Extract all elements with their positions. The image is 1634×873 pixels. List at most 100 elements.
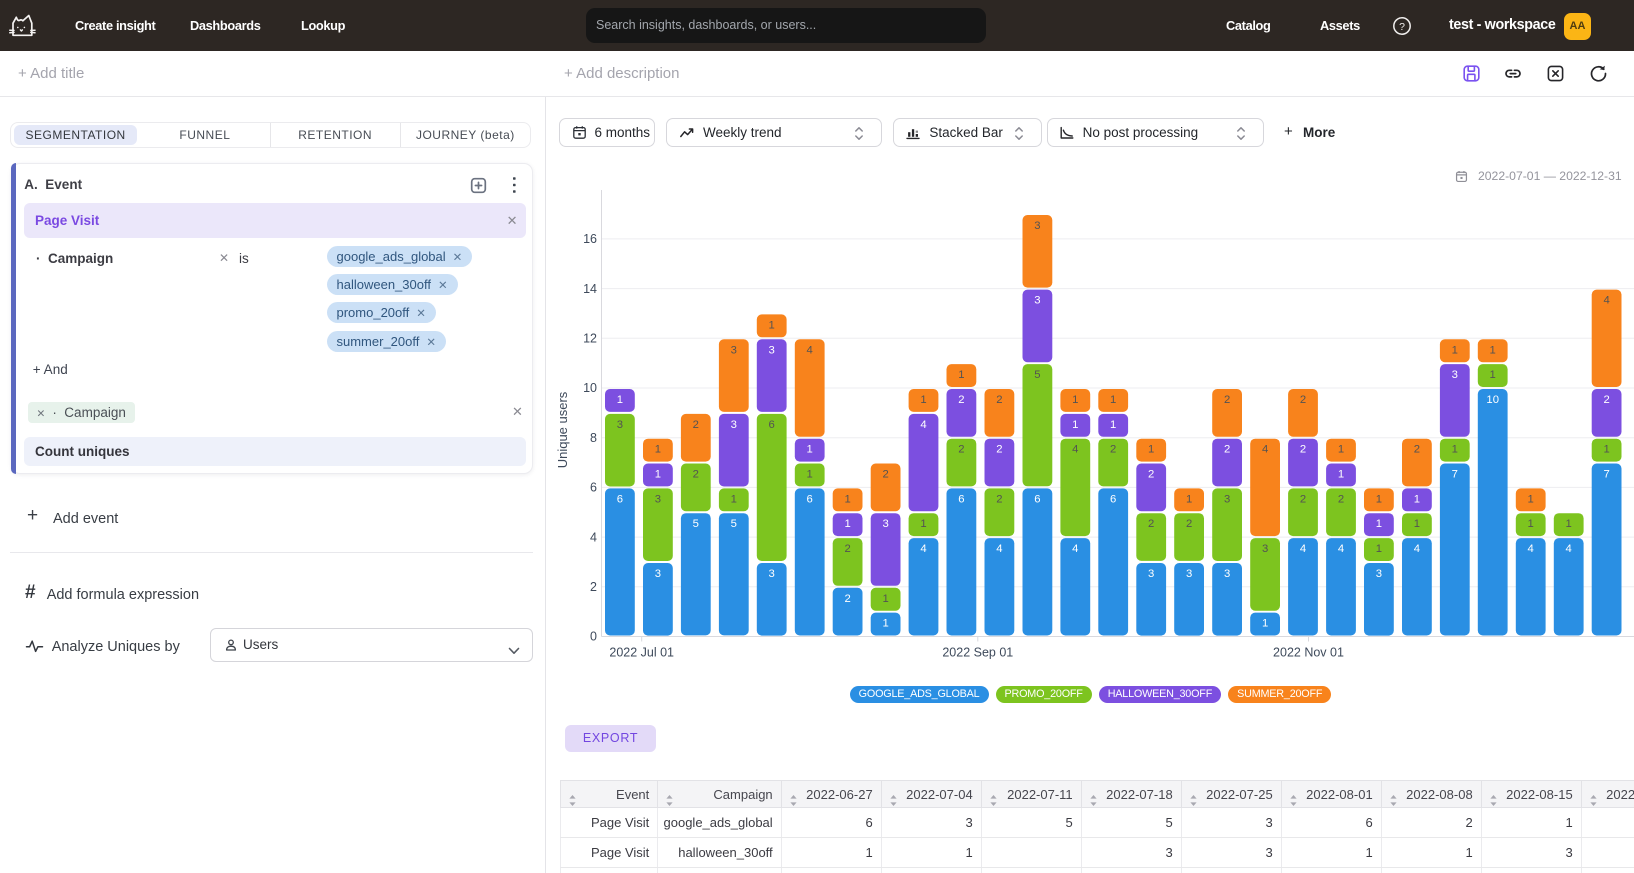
svg-text:2: 2	[958, 394, 964, 406]
svg-text:2: 2	[1148, 469, 1154, 481]
svg-text:1: 1	[1376, 493, 1382, 505]
svg-text:4: 4	[920, 543, 926, 555]
svg-text:?: ?	[1399, 21, 1405, 33]
svg-text:1: 1	[920, 518, 926, 530]
svg-text:4: 4	[1414, 543, 1420, 555]
svg-text:2: 2	[996, 394, 1002, 406]
svg-text:1: 1	[769, 319, 775, 331]
svg-text:2: 2	[1224, 444, 1230, 456]
svg-text:6: 6	[806, 493, 812, 505]
svg-text:1: 1	[1262, 618, 1268, 630]
svg-text:8: 8	[590, 431, 597, 445]
svg-text:5: 5	[731, 518, 737, 530]
svg-text:1: 1	[958, 369, 964, 381]
svg-text:1: 1	[1452, 444, 1458, 456]
svg-text:1: 1	[1414, 493, 1420, 505]
svg-text:2: 2	[1224, 394, 1230, 406]
svg-text:5: 5	[1034, 369, 1040, 381]
svg-text:3: 3	[1224, 568, 1230, 580]
svg-text:6: 6	[1110, 493, 1116, 505]
svg-text:3: 3	[731, 419, 737, 431]
svg-text:6: 6	[1034, 493, 1040, 505]
svg-text:6: 6	[617, 493, 623, 505]
svg-text:3: 3	[1224, 493, 1230, 505]
svg-text:1: 1	[1565, 518, 1571, 530]
svg-text:2022 Nov 01: 2022 Nov 01	[1273, 646, 1344, 660]
svg-text:2: 2	[1603, 394, 1609, 406]
svg-text:1: 1	[617, 394, 623, 406]
svg-text:7: 7	[1452, 469, 1458, 481]
svg-text:1: 1	[655, 469, 661, 481]
svg-text:6: 6	[769, 419, 775, 431]
svg-text:1: 1	[1148, 444, 1154, 456]
svg-text:1: 1	[1490, 344, 1496, 356]
svg-text:1: 1	[1528, 493, 1534, 505]
svg-text:6: 6	[958, 493, 964, 505]
svg-text:1: 1	[731, 493, 737, 505]
svg-text:1: 1	[1376, 518, 1382, 530]
svg-text:14: 14	[583, 282, 597, 296]
svg-text:1: 1	[1490, 369, 1496, 381]
svg-text:1: 1	[1186, 493, 1192, 505]
svg-text:4: 4	[1072, 444, 1078, 456]
svg-text:1: 1	[1338, 444, 1344, 456]
svg-text:2: 2	[1148, 518, 1154, 530]
svg-text:1: 1	[1110, 419, 1116, 431]
svg-text:2: 2	[693, 419, 699, 431]
svg-text:1: 1	[1110, 394, 1116, 406]
svg-text:4: 4	[996, 543, 1002, 555]
svg-text:1: 1	[1338, 469, 1344, 481]
svg-text:2: 2	[1414, 444, 1420, 456]
svg-text:16: 16	[583, 232, 597, 246]
svg-text:6: 6	[590, 481, 597, 495]
svg-text:1: 1	[806, 444, 812, 456]
svg-text:3: 3	[769, 568, 775, 580]
svg-text:4: 4	[806, 344, 812, 356]
svg-text:3: 3	[1376, 568, 1382, 580]
svg-text:2: 2	[958, 444, 964, 456]
svg-text:4: 4	[920, 419, 926, 431]
svg-text:1: 1	[882, 593, 888, 605]
svg-text:3: 3	[1452, 369, 1458, 381]
svg-text:10: 10	[1486, 394, 1499, 406]
svg-text:1: 1	[1376, 543, 1382, 555]
svg-text:1: 1	[806, 469, 812, 481]
svg-text:2: 2	[1300, 444, 1306, 456]
svg-text:1: 1	[655, 444, 661, 456]
svg-text:1: 1	[844, 493, 850, 505]
svg-text:2: 2	[1300, 394, 1306, 406]
svg-text:4: 4	[1528, 543, 1534, 555]
svg-text:5: 5	[693, 518, 699, 530]
svg-text:2: 2	[590, 580, 597, 594]
svg-text:4: 4	[1338, 543, 1344, 555]
svg-text:12: 12	[583, 332, 597, 346]
svg-text:3: 3	[769, 344, 775, 356]
svg-text:2: 2	[844, 543, 850, 555]
svg-text:3: 3	[655, 493, 661, 505]
svg-text:2022 Jul 01: 2022 Jul 01	[609, 646, 674, 660]
svg-text:2: 2	[996, 444, 1002, 456]
svg-text:10: 10	[583, 381, 597, 395]
svg-text:1: 1	[844, 518, 850, 530]
svg-text:1: 1	[882, 618, 888, 630]
svg-text:3: 3	[1262, 543, 1268, 555]
svg-text:4: 4	[1072, 543, 1078, 555]
svg-text:2: 2	[693, 469, 699, 481]
svg-text:7: 7	[1603, 469, 1609, 481]
svg-text:3: 3	[1186, 568, 1192, 580]
svg-text:4: 4	[1300, 543, 1306, 555]
svg-text:Unique users: Unique users	[555, 391, 570, 468]
svg-text:1: 1	[1072, 394, 1078, 406]
svg-text:1: 1	[1528, 518, 1534, 530]
svg-text:2: 2	[1186, 518, 1192, 530]
svg-text:3: 3	[1148, 568, 1154, 580]
svg-text:1: 1	[1414, 518, 1420, 530]
svg-text:1: 1	[1603, 444, 1609, 456]
svg-text:3: 3	[882, 518, 888, 530]
svg-text:2: 2	[844, 593, 850, 605]
svg-text:2: 2	[1338, 493, 1344, 505]
svg-text:2: 2	[996, 493, 1002, 505]
svg-text:4: 4	[1603, 295, 1609, 307]
svg-text:4: 4	[1262, 444, 1268, 456]
svg-text:3: 3	[655, 568, 661, 580]
